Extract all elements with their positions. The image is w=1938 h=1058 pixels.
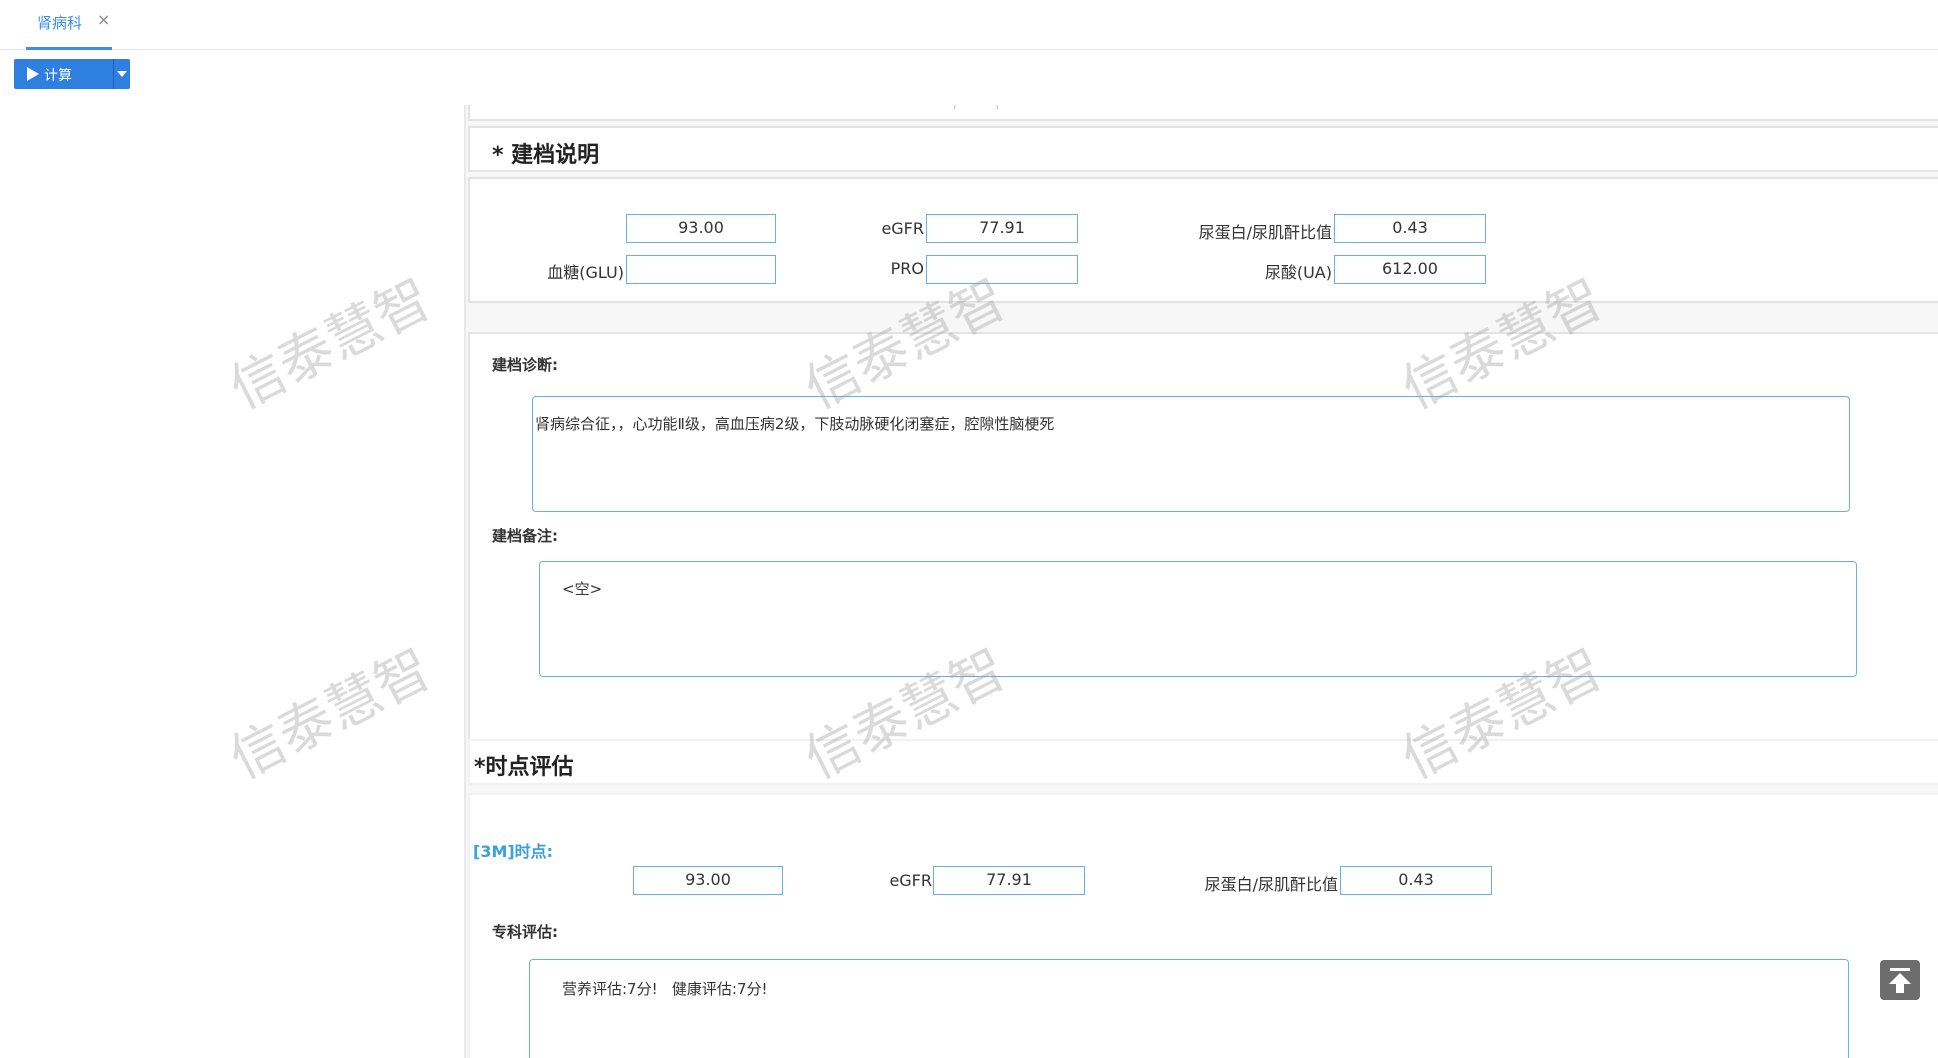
glu-input[interactable]: [626, 255, 776, 284]
diagnosis-label: 建档诊断:: [492, 356, 558, 374]
archive-values: CR 93.00 eGFR 77.91 尿蛋白/尿肌酐比值 0.43 血糖(GL…: [468, 177, 1938, 303]
back-to-top-icon: [1890, 968, 1910, 971]
eval-text: 营养评估:7分! 健康评估:7分!: [562, 980, 768, 998]
chevron-down-icon: [117, 71, 127, 77]
cr-input[interactable]: 93.00: [626, 214, 776, 243]
chevron-up-icon: [969, 105, 982, 109]
toolbar: 计算: [0, 50, 1938, 105]
left-panel: [0, 105, 466, 1058]
tp-acr-label: 尿蛋白/尿肌酐比值: [1204, 875, 1338, 894]
timepoint-title: *时点评估: [474, 755, 574, 780]
archive-text-box: 建档诊断: 肾病综合征，，心功能Ⅱ级，高血压病2级，下肢动脉硬化闭塞症，腔隙性脑…: [468, 332, 1938, 742]
note-textarea[interactable]: <空>: [539, 561, 1857, 677]
tp-egfr-input[interactable]: 77.91: [933, 866, 1085, 895]
tab-nephrology[interactable]: 肾病科 ×: [26, 0, 112, 50]
tp-egfr-label: eGFR: [889, 871, 932, 890]
calculate-dropdown-button[interactable]: [113, 59, 130, 89]
diagnosis-text: 肾病综合征，，心功能Ⅱ级，高血压病2级，下肢动脉硬化闭塞症，腔隙性脑梗死: [535, 415, 1055, 433]
arrow-stem: [1896, 983, 1904, 993]
collapsed-panel: [468, 105, 1938, 121]
timepoint-tag: [3M]时点:: [473, 842, 554, 861]
eval-textarea[interactable]: 营养评估:7分! 健康评估:7分!: [529, 959, 1849, 1058]
egfr-input[interactable]: 77.91: [926, 214, 1078, 243]
eval-label: 专科评估:: [492, 923, 558, 941]
tab-label: 肾病科: [37, 14, 83, 32]
pro-input[interactable]: [926, 255, 1078, 284]
acr-input[interactable]: 0.43: [1334, 214, 1486, 243]
tp-acr-input[interactable]: 0.43: [1340, 866, 1492, 895]
note-text: <空>: [562, 580, 603, 598]
timepoint-box: [3M]时点: CR 93.00 eGFR 77.91 尿蛋白/尿肌酐比值 0.…: [468, 793, 1938, 1058]
archive-header: * 建档说明: [468, 126, 1938, 172]
main-content[interactable]: * 建档说明 CR 93.00 eGFR 77.91 尿蛋白/尿肌酐比值 0.4…: [466, 105, 1938, 1058]
close-icon[interactable]: ×: [97, 10, 110, 29]
pro-label: PRO: [890, 259, 924, 278]
egfr-label: eGFR: [881, 219, 924, 238]
calculate-label: 计算: [44, 68, 72, 84]
diagnosis-textarea[interactable]: 肾病综合征，，心功能Ⅱ级，高血压病2级，下肢动脉硬化闭塞症，腔隙性脑梗死: [532, 396, 1850, 512]
ua-input[interactable]: 612.00: [1334, 255, 1486, 284]
note-label: 建档备注:: [492, 527, 558, 545]
timepoint-header: *时点评估: [468, 739, 1938, 785]
acr-label: 尿蛋白/尿肌酐比值: [1198, 223, 1332, 242]
archive-title: * 建档说明: [492, 143, 600, 168]
collapse-toggle[interactable]: [954, 105, 998, 109]
tp-cr-input[interactable]: 93.00: [633, 866, 783, 895]
play-icon: [27, 67, 39, 81]
back-to-top-button[interactable]: [1880, 960, 1920, 1000]
glu-label: 血糖(GLU): [547, 263, 624, 282]
tab-bar: 肾病科 ×: [0, 0, 1938, 50]
ua-label: 尿酸(UA): [1264, 263, 1332, 282]
